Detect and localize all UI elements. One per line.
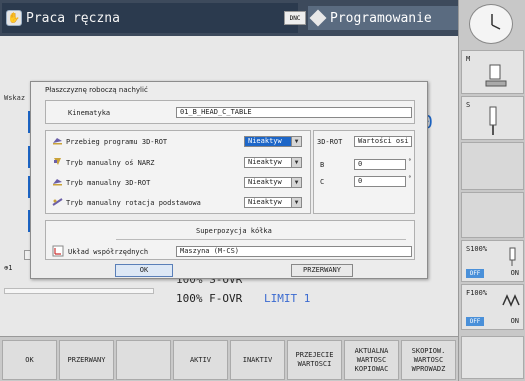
basic-rotation-select[interactable]: Nieaktyw ▼ (244, 197, 302, 208)
empty-key[interactable] (461, 142, 524, 190)
mode-title: Praca ręczna (26, 10, 120, 26)
axis-b-name: B (320, 161, 325, 169)
chevron-down-icon: ▼ (291, 178, 301, 187)
modes-panel: Przebieg programu 3D-ROT Nieaktyw ▼ Tryb … (45, 130, 311, 214)
manual-3drot-icon (53, 179, 62, 186)
clock-icon (469, 4, 513, 44)
softkey-bar: OK PRZERWANY AKTIV INAKTIV PRZEJECIE WAR… (0, 336, 458, 381)
row-manual-3drot-label: Tryb manualny 3D-ROT (66, 179, 151, 187)
divider (116, 239, 406, 240)
machine-icon (485, 64, 507, 87)
spindle-on-label: ON (510, 269, 519, 277)
manual-3drot-select[interactable]: Nieaktyw ▼ (244, 177, 302, 188)
feed-on-label: ON (510, 317, 519, 325)
program-run-select[interactable]: Nieaktyw ▼ (244, 136, 302, 147)
tool-axis-icon (54, 158, 61, 165)
axis-b-input[interactable]: 0 (354, 159, 406, 170)
s-key-label: S (466, 101, 471, 109)
row-tool-axis-label: Tryb manualny oś NARZ (66, 159, 155, 167)
override-bar (4, 288, 154, 294)
programming-icon (309, 9, 327, 27)
rot3d-label: 3D-ROT (317, 138, 343, 146)
limit-status: LIMIT 1 (264, 292, 311, 305)
tilt-plane-dialog: Płaszczyznę roboczą nachylić Kinematyka … (30, 81, 428, 279)
m-function-key[interactable]: M (461, 50, 524, 94)
tool-axis-select[interactable]: Nieaktyw ▼ (244, 157, 302, 168)
axis-c-name: C (320, 178, 325, 186)
row-basic-rotation-label: Tryb manualny rotacja podstawowa (66, 199, 201, 207)
m-key-label: M (466, 55, 471, 63)
chevron-down-icon: ▼ (291, 158, 301, 167)
softkey-right-bottom[interactable] (461, 336, 524, 379)
spindle-override-key[interactable]: S100% OFF ON (461, 240, 524, 282)
kinematics-label: Kinematyka (68, 109, 111, 117)
s-function-key[interactable]: S (461, 96, 524, 140)
f-override-status: 100% F-OVR (176, 292, 243, 305)
program-run-icon (53, 138, 62, 145)
axis-c-unit: ° (408, 175, 412, 182)
spindle-override-value: S100% (466, 245, 488, 253)
feed-override-value: F100% (466, 289, 488, 297)
chevron-down-icon: ▼ (291, 198, 301, 207)
rot3d-mode-field[interactable]: Wartości osi (354, 136, 412, 147)
softkey-paste-value[interactable]: SKOPIOW. WARTOSC WPROWADZ (401, 340, 456, 380)
position-display-label: Wskaz (4, 94, 26, 102)
feed-wave-icon (502, 294, 520, 307)
softkey-ok[interactable]: OK (2, 340, 57, 380)
dnc-badge: DNC (284, 11, 306, 25)
coordinate-system-label: Układ współrzędnych (68, 248, 149, 256)
feed-override-key[interactable]: F100% OFF ON (461, 284, 524, 330)
hand-icon: ✋ (6, 10, 22, 26)
axis-b-unit: ° (408, 158, 412, 165)
softkey-deactivate[interactable]: INAKTIV (230, 340, 285, 380)
superposition-heading: Superpozycja kółka (196, 227, 272, 235)
kinematics-panel: Kinematyka 01_B_HEAD_C_TABLE (45, 100, 415, 124)
mode-indicator-programming[interactable]: Programowanie (308, 6, 458, 30)
coordinate-system-icon (52, 245, 64, 257)
spindle-off-indicator: OFF (466, 269, 484, 278)
basic-rotation-icon (52, 198, 63, 206)
feed-off-indicator: OFF (466, 317, 484, 326)
rot3d-panel: 3D-ROT Wartości osi B 0 ° C 0 ° (313, 130, 415, 214)
softkey-cancel[interactable]: PRZERWANY (59, 340, 114, 380)
superposition-panel: Superpozycja kółka Układ współrzędnych M… (45, 220, 415, 260)
empty-key-2[interactable] (461, 192, 524, 238)
tool-number: ⊕1 (4, 264, 13, 272)
kinematics-field[interactable]: 01_B_HEAD_C_TABLE (176, 107, 412, 118)
spindle-small-icon (509, 247, 516, 266)
dialog-ok-button[interactable]: OK (115, 264, 173, 277)
softkey-activate[interactable]: AKTIV (173, 340, 228, 380)
axis-c-input[interactable]: 0 (354, 176, 406, 187)
mode-indicator-manual[interactable]: ✋ Praca ręczna (2, 3, 298, 33)
coordinate-system-field[interactable]: Maszyna (M-CS) (176, 246, 412, 257)
right-softkey-column: M S S100% OFF ON F100% OFF ON (458, 0, 525, 381)
softkey-empty[interactable] (116, 340, 171, 380)
softkey-copy-actual[interactable]: AKTUALNA WARTOSC KOPIOWAC (344, 340, 399, 380)
row-program-run-label: Przebieg programu 3D-ROT (66, 138, 168, 146)
softkey-take-values[interactable]: PRZEJECIE WARTOSCI (287, 340, 342, 380)
spindle-icon (489, 106, 497, 135)
chevron-down-icon: ▼ (291, 137, 301, 146)
program-title: Programowanie (330, 10, 432, 26)
dialog-title: Płaszczyznę roboczą nachylić (45, 86, 148, 94)
dialog-cancel-button[interactable]: PRZERWANY (291, 264, 353, 277)
